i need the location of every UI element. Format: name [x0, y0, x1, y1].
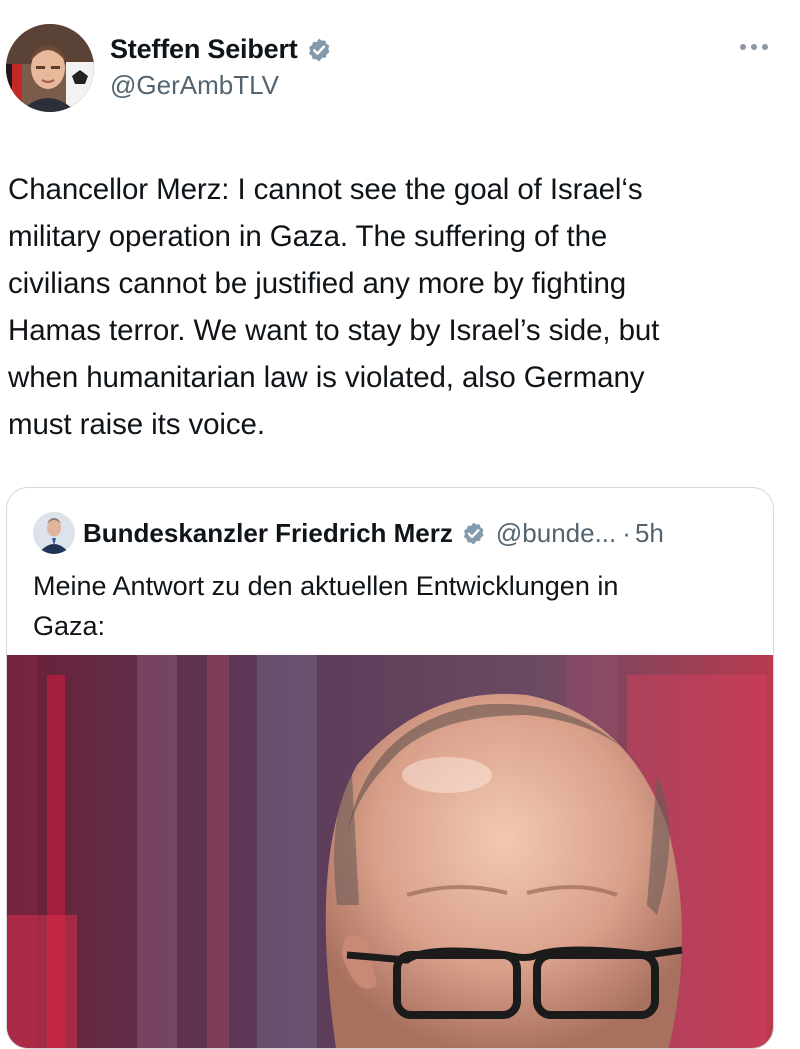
more-options-icon: [762, 44, 768, 50]
quoted-timestamp[interactable]: 5h: [635, 518, 664, 549]
tweet-text-line: must raise its voice.: [8, 408, 265, 441]
author-handle[interactable]: @GerAmbTLV: [110, 70, 279, 101]
quoted-author-name[interactable]: Bundeskanzler Friedrich Merz: [83, 518, 453, 549]
tweet-text: Chancellor Merz: I cannot see the goal o…: [8, 166, 788, 448]
author-avatar-image: [6, 24, 94, 112]
tweet-text-line: Hamas terror. We want to stay by Israel’…: [8, 314, 660, 347]
quoted-separator: ·: [622, 518, 631, 548]
quoted-text-line: Meine Antwort zu den aktuellen Entwicklu…: [33, 571, 619, 601]
tweet-text-line: Chancellor Merz: I cannot see the goal o…: [8, 173, 643, 206]
quoted-tweet-header: Bundeskanzler Friedrich Merz @bunde... ·…: [83, 518, 664, 549]
tweet-text-line: when humanitarian law is violated, also …: [8, 361, 645, 394]
quoted-media-image[interactable]: [7, 655, 773, 1049]
author-avatar[interactable]: [6, 24, 94, 112]
quoted-text-line: Gaza:: [33, 611, 106, 641]
tweet-text-line: civilians cannot be justified any more b…: [8, 267, 627, 300]
more-options-icon: [751, 44, 757, 50]
verified-badge-icon: [308, 38, 329, 61]
quoted-author-avatar-image: [33, 512, 75, 554]
verified-badge-icon: [463, 522, 484, 545]
quoted-author-handle[interactable]: @bunde...: [496, 518, 616, 549]
author-name[interactable]: Steffen Seibert: [110, 34, 298, 65]
author-name-row: Steffen Seibert: [110, 34, 332, 65]
quoted-tweet-card[interactable]: Bundeskanzler Friedrich Merz @bunde... ·…: [6, 487, 774, 1049]
tweet-text-line: military operation in Gaza. The sufferin…: [8, 220, 608, 253]
quoted-author-avatar[interactable]: [33, 512, 75, 554]
more-options-icon: [740, 44, 746, 50]
quoted-tweet-text: Meine Antwort zu den aktuellen Entwicklu…: [33, 566, 753, 646]
more-options-button[interactable]: [736, 40, 772, 54]
